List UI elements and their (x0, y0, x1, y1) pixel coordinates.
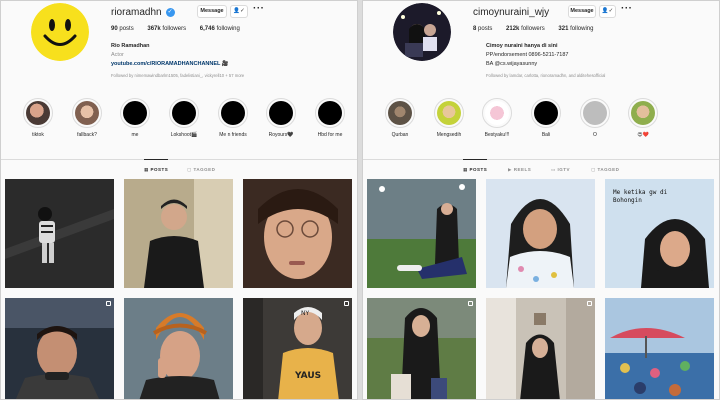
highlight-lokshoot[interactable] (169, 98, 199, 128)
tab-posts[interactable]: ▦ POSTS (463, 159, 488, 173)
profile-panel-cimoynuraini: cimoynuraini_wjy Message 👤✓ ··· 8 posts … (362, 0, 720, 400)
tab-reels[interactable]: ▶ REELS (508, 167, 531, 173)
post-tile[interactable] (367, 179, 476, 288)
highlight-o[interactable] (580, 98, 610, 128)
highlight-bali[interactable] (531, 98, 561, 128)
profile-panel-rioramadhn: rioramadhn ✓ Message 👤✓ ··· 90 posts 367k… (0, 0, 358, 400)
channel-emoji: 🎥 (221, 61, 229, 67)
posts-stat: 8 posts (473, 26, 493, 32)
highlight-label: Mengsedih (436, 132, 462, 138)
following-stat[interactable]: 321 following (558, 26, 593, 32)
highlight-hbd[interactable] (315, 98, 345, 128)
follow-toggle-button[interactable]: 👤✓ (230, 5, 248, 18)
highlight-label: Me n friends (219, 132, 247, 138)
profile-avatar[interactable] (393, 3, 451, 61)
followed-by-text[interactable]: Followed by lamdar, carlotta, rionoramad… (486, 73, 605, 78)
post-tile[interactable] (486, 179, 595, 288)
carousel-icon (344, 301, 349, 306)
highlight-bestyaku[interactable] (482, 98, 512, 128)
tabs-divider (1, 159, 357, 160)
message-button[interactable]: Message (568, 5, 596, 18)
profile-stats: 90 posts 367k followers 6,746 following (111, 26, 252, 32)
person-check-icon: 👤✓ (233, 8, 245, 14)
profile-avatar[interactable] (31, 3, 89, 61)
highlight-label: Royours🖤 (268, 132, 294, 138)
tabs-divider (363, 159, 719, 160)
highlight-label: me (131, 132, 139, 138)
bio-category: Actor (111, 52, 124, 58)
highlight-label: 😍❤️ (637, 132, 649, 138)
highlight-label: tiktok (32, 132, 44, 138)
highlight-label: Hbd for me (317, 132, 343, 138)
post-tile[interactable] (124, 179, 233, 288)
carousel-icon (587, 301, 592, 306)
highlight-label: Qurban (391, 132, 409, 138)
carousel-icon (106, 301, 111, 306)
post-tile[interactable] (5, 179, 114, 288)
followed-by-text[interactable]: Followed by nimemawindbarlm1505, fadelis… (111, 73, 244, 78)
highlight-label: fallback? (77, 132, 97, 138)
profile-username: cimoynuraini_wjy (473, 7, 550, 18)
highlight-love[interactable] (628, 98, 658, 128)
highlight-label: Bali (541, 132, 551, 138)
tab-igtv[interactable]: ▭ IGTV (551, 167, 570, 173)
posts-stat: 90 posts (111, 26, 134, 32)
carousel-icon (468, 301, 473, 306)
post-tile[interactable] (243, 179, 352, 288)
highlight-label: O (593, 132, 597, 138)
tab-posts[interactable]: ▦ POSTS (144, 159, 169, 173)
bio-line-2: PP/endorsement 0896-5211-7187 (486, 52, 569, 58)
follow-toggle-button[interactable]: 👤✓ (599, 5, 616, 18)
more-icon[interactable]: ··· (621, 3, 633, 14)
bio-name: Rio Ramadhan (111, 43, 150, 49)
verified-icon: ✓ (165, 7, 175, 17)
post-tile[interactable] (486, 298, 595, 399)
post-tile[interactable]: NY YAUS (243, 298, 352, 399)
post-tile[interactable] (605, 298, 714, 399)
post-tile[interactable] (5, 298, 114, 399)
svg-text:NY: NY (301, 310, 309, 317)
post-tile[interactable] (124, 298, 233, 399)
profile-stats: 8 posts 212k followers 321 following (473, 26, 605, 32)
svg-text:YAUS: YAUS (294, 371, 321, 381)
highlight-fallback[interactable] (72, 98, 102, 128)
post-tile[interactable] (367, 298, 476, 399)
profile-username: rioramadhn ✓ (111, 7, 175, 18)
tab-tagged[interactable]: ▢ TAGGED (187, 167, 215, 173)
followers-stat[interactable]: 212k followers (506, 26, 545, 32)
tab-tagged[interactable]: ▢ TAGGED (591, 167, 619, 173)
highlight-label: Lokshoot🎬 (170, 132, 198, 138)
highlight-me-n-friends[interactable] (218, 98, 248, 128)
highlight-me[interactable] (120, 98, 150, 128)
person-check-icon: 👤✓ (601, 8, 614, 14)
message-button[interactable]: Message (197, 5, 227, 18)
bio-name: Cimoy nuraini hanya di sini (486, 43, 558, 49)
highlight-royours[interactable] (266, 98, 296, 128)
highlight-label: Bestyaku!!! (484, 132, 510, 138)
post-tile[interactable]: Me ketika gw di Bohongin (605, 179, 714, 288)
following-stat[interactable]: 6,746 following (200, 26, 240, 32)
more-icon[interactable]: ··· (253, 3, 265, 14)
followers-stat[interactable]: 367k followers (147, 26, 186, 32)
highlight-tiktok[interactable] (23, 98, 53, 128)
bio-link[interactable]: youtube.com/c/RIORAMADHANCHANNEL 🎥 (111, 61, 229, 67)
highlight-qurban[interactable] (385, 98, 415, 128)
tile-caption: Me ketika gw di Bohongin (613, 189, 668, 204)
highlight-mengsedih[interactable] (434, 98, 464, 128)
bio-line-3[interactable]: BA @cs.wijayasunny (486, 61, 537, 67)
